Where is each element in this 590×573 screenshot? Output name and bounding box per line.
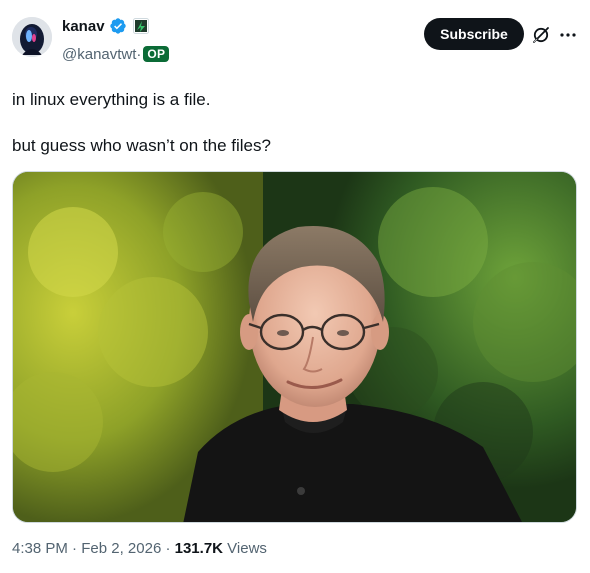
photo-image bbox=[13, 172, 576, 522]
more-icon[interactable] bbox=[557, 24, 579, 46]
handle[interactable]: @kanavtwt bbox=[62, 46, 136, 63]
op-badge: OP bbox=[143, 46, 170, 62]
subscribe-button[interactable]: Subscribe bbox=[424, 18, 524, 50]
author-name-row: kanav bbox=[62, 16, 149, 36]
tweet-time[interactable]: 4:38 PM bbox=[12, 540, 68, 557]
display-name[interactable]: kanav bbox=[62, 18, 105, 35]
tweet-line-2: but guess who wasn’t on the files? bbox=[12, 136, 271, 155]
grok-icon[interactable] bbox=[530, 24, 552, 46]
tweet-date[interactable]: Feb 2, 2026 bbox=[81, 540, 161, 557]
tweet-card: kanav @kanavtwt · OP Subscribe in linux … bbox=[0, 0, 590, 573]
meta-separator: · bbox=[72, 540, 82, 557]
tweet-text: in linux everything is a file. but guess… bbox=[12, 88, 572, 180]
meta-separator: · bbox=[165, 540, 175, 557]
tweet-meta: 4:38 PM · Feb 2, 2026 · 131.7K Views bbox=[12, 540, 267, 557]
views-label: Views bbox=[227, 540, 267, 557]
verified-badge-icon bbox=[109, 18, 126, 34]
affiliate-badge-icon bbox=[132, 18, 149, 34]
avatar[interactable] bbox=[12, 17, 52, 57]
handle-separator: · bbox=[136, 45, 142, 63]
tweet-line-1: in linux everything is a file. bbox=[12, 90, 211, 109]
views-count: 131.7K bbox=[174, 540, 228, 557]
author-handle-row: @kanavtwt · OP bbox=[62, 44, 170, 64]
tweet-photo[interactable] bbox=[12, 171, 577, 523]
avatar-image bbox=[12, 17, 52, 57]
